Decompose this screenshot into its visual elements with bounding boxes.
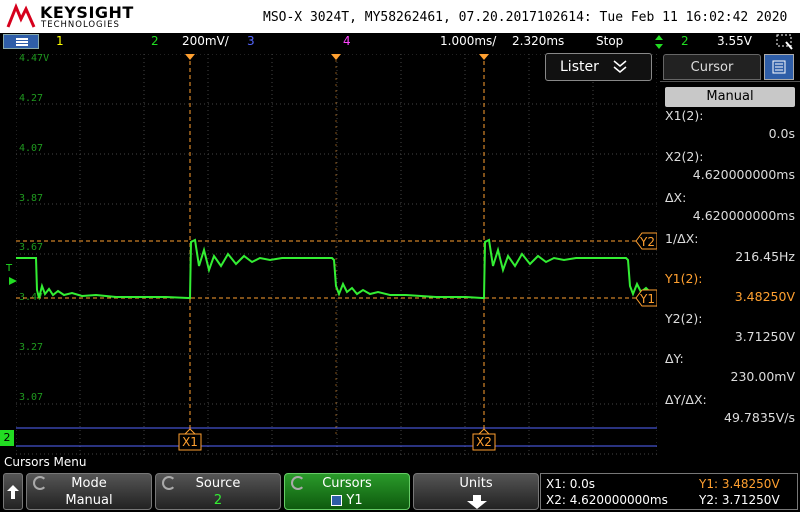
voltage-label: 3.67 (19, 242, 43, 253)
trigger-level-arrow-icon (9, 277, 17, 285)
trigger-source[interactable]: 2 (681, 34, 689, 48)
trigger-level[interactable]: 3.55V (717, 34, 752, 48)
main-menu-button[interactable] (3, 34, 39, 49)
measurement-value: 216.45Hz (735, 249, 795, 264)
measurement-item: X2(2): 4.620000000ms (665, 149, 795, 182)
chevron-down-icon (613, 60, 627, 73)
source-softkey[interactable]: Source 2 (155, 473, 281, 510)
selected-checkbox-icon (331, 495, 343, 506)
measurement-label: 1/ΔX: (665, 231, 699, 246)
units-softkey[interactable]: Units (413, 473, 539, 510)
cursor-mode-display[interactable]: Manual (665, 87, 795, 107)
list-icon (772, 60, 786, 74)
lister-label: Lister (560, 59, 599, 75)
cursor-panel: Cursor Manual X1(2): 0.0s X2(2): 4.62000000… (660, 51, 800, 457)
voltage-label: 3.87 (19, 193, 43, 204)
timebase-scale[interactable]: 1.000ms/ (440, 34, 496, 48)
submenu-arrow-down-icon (467, 495, 487, 509)
lister-button[interactable]: Lister (545, 53, 652, 81)
channel-2-ground-marker[interactable]: 2 (0, 430, 14, 446)
svg-text:Y1: Y1 (639, 292, 655, 306)
scope-info: MSO-X 3024T, MY58262461, 07.20.201710261… (263, 10, 788, 25)
measurement-value: 3.48250V (734, 289, 795, 304)
svg-text:X2: X2 (476, 435, 492, 449)
waveform-display[interactable]: 4.47V4.274.073.873.673.473.273.07 X1 X2 … (16, 54, 657, 457)
panel-menu-button[interactable] (764, 54, 794, 80)
measurement-label: Y1(2): (665, 271, 703, 286)
measurement-item: ΔX: 4.620000000ms (665, 190, 795, 223)
menu-up-button[interactable] (3, 473, 23, 510)
svg-text:Y2: Y2 (639, 235, 655, 249)
measurement-item: Y2(2): 3.71250V (665, 311, 795, 344)
measurement-item: ΔY/ΔX: 49.7835V/s (665, 392, 795, 425)
svg-text:X1: X1 (182, 435, 198, 449)
summary-x1: X1: 0.0s (546, 477, 596, 491)
measurement-value: 0.0s (768, 126, 795, 141)
channel-4-indicator[interactable]: 4 (343, 34, 351, 48)
measurement-value: 4.620000000ms (692, 167, 795, 182)
mode-softkey[interactable]: Mode Manual (26, 473, 152, 510)
voltage-label: 4.47V (19, 54, 49, 64)
cursors-softkey[interactable]: Cursors Y1 (284, 473, 410, 510)
channel-3-indicator[interactable]: 3 (247, 34, 255, 48)
menu-icon (16, 38, 28, 46)
measurement-label: ΔY: (665, 351, 684, 366)
channel-2-indicator[interactable]: 2 (151, 34, 159, 48)
tab-cursor[interactable]: Cursor (663, 54, 761, 80)
cursor-panel-header: Cursor (660, 51, 800, 82)
timebase-delay[interactable]: 2.320ms (512, 34, 564, 48)
measurement-label: X1(2): (665, 108, 704, 123)
measurement-item: ΔY: 230.00mV (665, 351, 795, 384)
voltage-label: 3.27 (19, 342, 43, 353)
trigger-level-marker[interactable]: T (6, 263, 12, 274)
measurement-value: 230.00mV (730, 369, 795, 384)
summary-y1: Y1: 3.48250V (699, 477, 780, 491)
measurement-value: 4.620000000ms (692, 208, 795, 223)
y2-cursor-tag[interactable]: Y2 (635, 232, 657, 250)
measurement-label: ΔX: (665, 190, 687, 205)
voltage-label: 4.07 (19, 143, 43, 154)
keysight-logo-icon (6, 3, 36, 28)
brand-sub: TECHNOLOGIES (41, 20, 120, 30)
zoom-select-icon[interactable] (776, 34, 794, 50)
measurement-item: Y1(2): 3.48250V (665, 271, 795, 304)
measurement-label: X2(2): (665, 149, 704, 164)
measurement-value: 3.71250V (734, 329, 795, 344)
measurement-item: X1(2): 0.0s (665, 108, 795, 141)
measurement-label: ΔY/ΔX: (665, 392, 707, 407)
summary-x2: X2: 4.620000000ms (546, 493, 668, 507)
cursor-summary: X1: 0.0s X2: 4.620000000ms Y1: 3.48250V … (540, 473, 798, 510)
measurement-item: 1/ΔX: 216.45Hz (665, 231, 795, 264)
measurement-label: Y2(2): (665, 311, 703, 326)
arrow-up-icon (7, 485, 19, 499)
trigger-edge-icon (655, 35, 663, 49)
status-bar: 1 2 200mV/ 3 4 1.000ms/ 2.320ms Stop 2 3… (0, 33, 800, 51)
voltage-label: 4.27 (19, 93, 43, 104)
channel-2-scale[interactable]: 200mV/ (182, 34, 229, 48)
title-bar: KEYSIGHT TECHNOLOGIES MSO-X 3024T, MY582… (0, 0, 800, 33)
measurement-value: 49.7835V/s (724, 410, 795, 425)
y1-cursor-tag[interactable]: Y1 (635, 289, 657, 307)
voltage-label: 3.07 (19, 392, 43, 403)
summary-y2: Y2: 3.71250V (699, 493, 780, 507)
run-state[interactable]: Stop (596, 34, 623, 48)
menu-title: Cursors Menu (4, 455, 87, 469)
channel-1-indicator[interactable]: 1 (56, 34, 64, 48)
